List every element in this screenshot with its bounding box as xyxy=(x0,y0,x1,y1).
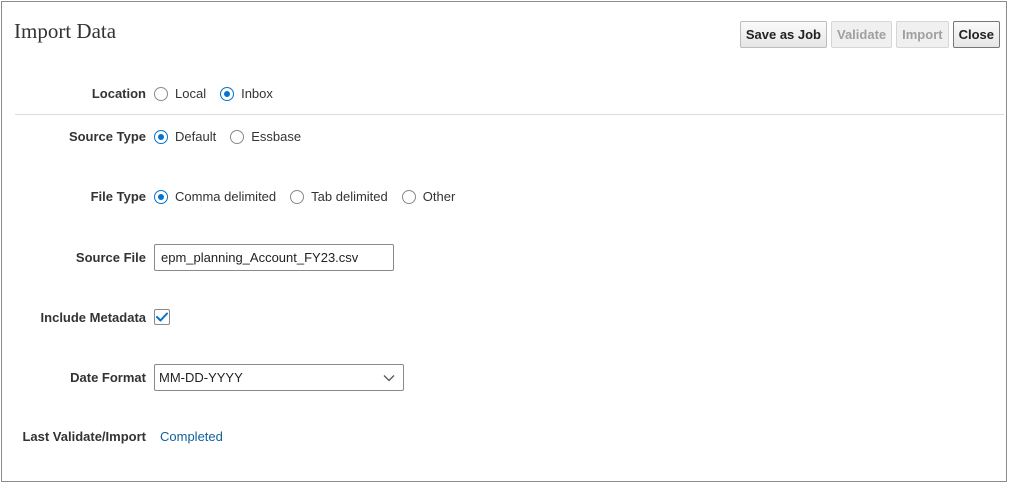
section-divider xyxy=(15,114,1004,115)
source-type-label: Source Type xyxy=(68,129,146,144)
location-inbox-text: Inbox xyxy=(241,86,273,101)
location-inbox-radio[interactable] xyxy=(220,86,235,101)
source-type-default-radio[interactable] xyxy=(154,129,168,144)
source-type-row: Source Type Default Essbase xyxy=(2,129,315,144)
date-format-select[interactable]: MM-DD-YYYY xyxy=(154,364,404,391)
include-metadata-row: Include Metadata xyxy=(2,309,170,325)
file-type-comma-radio[interactable] xyxy=(154,189,168,204)
source-type-essbase-option[interactable]: Essbase xyxy=(230,129,301,144)
file-type-other-text: Other xyxy=(422,189,456,204)
date-format-label: Date Format xyxy=(70,370,146,385)
import-button[interactable]: Import xyxy=(896,21,949,48)
toolbar: Save as Job Validate Import Close xyxy=(739,21,1000,48)
source-type-essbase-text: Essbase xyxy=(251,129,302,144)
file-type-label: File Type xyxy=(90,189,146,204)
save-as-job-button[interactable]: Save as Job xyxy=(739,21,827,48)
import-data-panel: Import Data Save as Job Validate Import … xyxy=(1,1,1007,482)
file-type-row: File Type Comma delimited Tab delimited … xyxy=(2,189,469,204)
location-inbox-option[interactable]: Inbox xyxy=(220,86,273,101)
file-type-tab-text: Tab delimited xyxy=(311,189,388,204)
file-type-other-radio[interactable] xyxy=(401,189,416,204)
location-local-text: Local xyxy=(175,86,207,101)
file-type-tab-radio[interactable] xyxy=(290,189,305,204)
include-metadata-checkbox[interactable] xyxy=(154,309,170,325)
location-local-option[interactable]: Local xyxy=(154,86,206,101)
location-row: Location Local Inbox xyxy=(2,86,287,101)
last-validate-import-label: Last Validate/Import xyxy=(22,429,146,444)
date-format-row: Date Format MM-DD-YYYY xyxy=(2,364,404,391)
source-type-essbase-radio[interactable] xyxy=(230,129,245,144)
close-button[interactable]: Close xyxy=(952,21,1000,48)
chevron-down-icon xyxy=(383,374,395,381)
validate-button[interactable]: Validate xyxy=(831,21,893,48)
date-format-value: MM-DD-YYYY xyxy=(159,370,243,385)
file-type-comma-option[interactable]: Comma delimited xyxy=(154,189,276,204)
page-title: Import Data xyxy=(14,19,117,43)
location-label: Location xyxy=(91,86,146,101)
source-type-default-text: Default xyxy=(175,129,217,144)
last-validate-import-status-link[interactable]: Completed xyxy=(160,429,223,444)
source-type-default-option[interactable]: Default xyxy=(154,129,216,144)
file-type-comma-text: Comma delimited xyxy=(175,189,277,204)
location-local-radio[interactable] xyxy=(154,86,168,101)
source-file-label: Source File xyxy=(75,250,146,265)
file-type-tab-option[interactable]: Tab delimited xyxy=(290,189,388,204)
file-type-other-option[interactable]: Other xyxy=(401,189,456,204)
source-file-row: Source File xyxy=(2,244,394,271)
last-validate-import-row: Last Validate/Import Completed xyxy=(2,429,223,444)
include-metadata-label: Include Metadata xyxy=(40,309,146,325)
source-file-input[interactable] xyxy=(154,244,394,271)
checkmark-icon xyxy=(156,312,168,322)
